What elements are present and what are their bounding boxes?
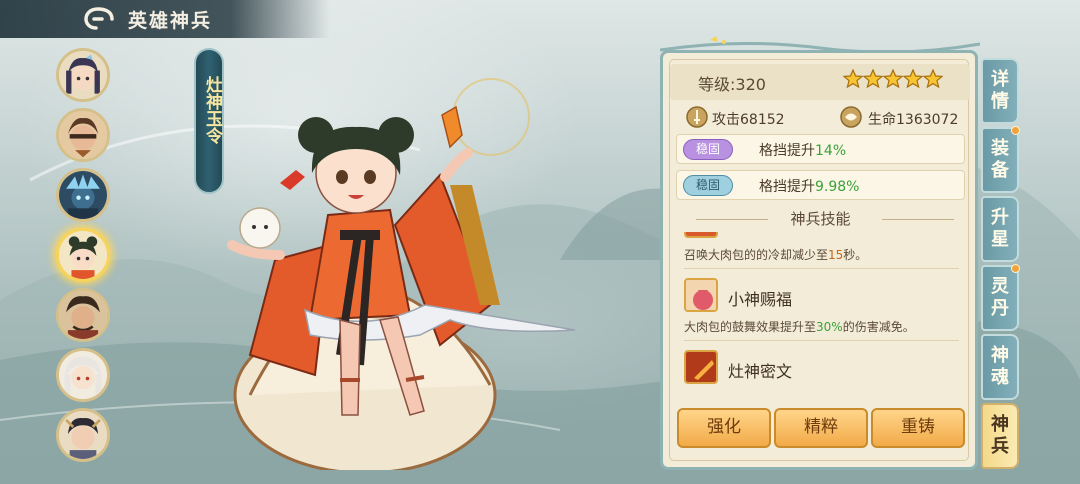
hero-portrait-icon bbox=[59, 171, 107, 219]
star-icon bbox=[903, 69, 923, 89]
skill-description: 大肉包的鼓舞效果提升至30%的伤害减免。 bbox=[684, 318, 915, 335]
back-arrow-icon bbox=[84, 7, 114, 30]
attribute-label: 格挡提升 bbox=[759, 143, 815, 159]
attribute-value: 14% bbox=[815, 143, 847, 159]
star-icon bbox=[883, 69, 903, 89]
back-button[interactable] bbox=[82, 6, 116, 32]
hero-avatar[interactable] bbox=[56, 408, 110, 462]
tab-label: 神兵 bbox=[991, 414, 1009, 457]
skill-icon bbox=[684, 350, 718, 384]
notification-dot bbox=[1011, 126, 1020, 135]
hero-portrait-icon bbox=[59, 351, 107, 399]
notification-dot bbox=[1011, 264, 1020, 273]
tab-label: 神魂 bbox=[991, 345, 1009, 388]
attribute-tag: 稳固 bbox=[683, 139, 733, 160]
star-icon bbox=[863, 69, 883, 89]
attack-icon bbox=[686, 106, 708, 128]
attack-value: 攻击68152 bbox=[712, 112, 785, 128]
fire-scroll-icon bbox=[686, 352, 716, 382]
skill-desc-suffix: 秒。 bbox=[843, 248, 868, 262]
tab-divine-weapon[interactable]: 神兵 bbox=[981, 403, 1019, 469]
skill-desc-suffix: 的伤害减免。 bbox=[842, 320, 915, 334]
enhance-button[interactable]: 强化 bbox=[677, 408, 771, 448]
skill-name: 灶神密文 bbox=[728, 362, 793, 381]
hero-avatar[interactable] bbox=[56, 288, 110, 342]
skill-divider bbox=[684, 340, 959, 341]
tab-label: 详情 bbox=[991, 69, 1009, 112]
tab-label: 升星 bbox=[991, 207, 1009, 250]
tab-details[interactable]: 详情 bbox=[981, 58, 1019, 124]
skill-name: 小神赐福 bbox=[728, 290, 793, 309]
attribute-value: 9.98% bbox=[815, 179, 860, 195]
hero-portrait-icon bbox=[59, 111, 107, 159]
attribute-description: 格挡提升9.98% bbox=[759, 176, 859, 196]
hero-portrait-icon bbox=[59, 51, 107, 99]
health-value: 生命1363072 bbox=[868, 112, 959, 128]
hero-avatar[interactable] bbox=[56, 348, 110, 402]
skill-description: 召唤大肉包的的冷却减少至15秒。 bbox=[684, 246, 867, 263]
attribute-description: 格挡提升14% bbox=[759, 140, 846, 160]
attribute-tag: 稳固 bbox=[683, 175, 733, 196]
skill-list[interactable]: 召唤大肉包的的冷却减少至15秒。 小神赐福 大肉包的鼓舞效果提升至30%的伤害减… bbox=[676, 232, 965, 400]
refine-button[interactable]: 精粹 bbox=[774, 408, 868, 448]
blessing-pouch-icon bbox=[686, 280, 716, 310]
skill-desc-value: 15 bbox=[828, 248, 844, 262]
health-icon bbox=[840, 106, 862, 128]
tab-label: 灵丹 bbox=[991, 276, 1009, 319]
tab-label: 装备 bbox=[991, 138, 1009, 181]
tab-equipment[interactable]: 装备 bbox=[981, 126, 1020, 193]
star-icon bbox=[843, 69, 863, 89]
star-rating bbox=[843, 69, 943, 89]
hero-avatar[interactable] bbox=[56, 108, 110, 162]
skill-desc-text: 召唤大肉包的的冷却减少至 bbox=[684, 248, 829, 262]
hero-portrait-icon bbox=[59, 291, 107, 339]
hero-avatar[interactable] bbox=[56, 168, 110, 222]
skill-icon bbox=[684, 232, 718, 238]
hero-portrait-icon bbox=[59, 231, 107, 279]
tab-divine-soul[interactable]: 神魂 bbox=[981, 334, 1019, 400]
attribute-row: 稳固 格挡提升14% bbox=[676, 134, 965, 164]
skill-desc-value: 30% bbox=[816, 320, 843, 334]
skill-desc-text: 大肉包的鼓舞效果提升至 bbox=[684, 320, 817, 334]
hero-portrait-icon bbox=[59, 411, 107, 459]
recast-button[interactable]: 重铸 bbox=[871, 408, 965, 448]
tab-elixir[interactable]: 灵丹 bbox=[981, 264, 1020, 331]
hero-avatar-selected[interactable] bbox=[56, 228, 110, 282]
attribute-label: 格挡提升 bbox=[759, 179, 815, 195]
hero-character-illustration bbox=[227, 105, 576, 470]
section-divider-right bbox=[882, 219, 954, 220]
level-text: 等级:320 bbox=[698, 75, 766, 94]
hero-avatar[interactable] bbox=[56, 48, 110, 102]
tab-star-up[interactable]: 升星 bbox=[981, 196, 1019, 262]
skill-divider bbox=[684, 268, 959, 269]
attribute-row: 稳固 格挡提升9.98% bbox=[676, 170, 965, 200]
skill-icon bbox=[684, 278, 718, 312]
page-title: 英雄神兵 bbox=[128, 10, 213, 32]
star-icon bbox=[923, 69, 943, 89]
